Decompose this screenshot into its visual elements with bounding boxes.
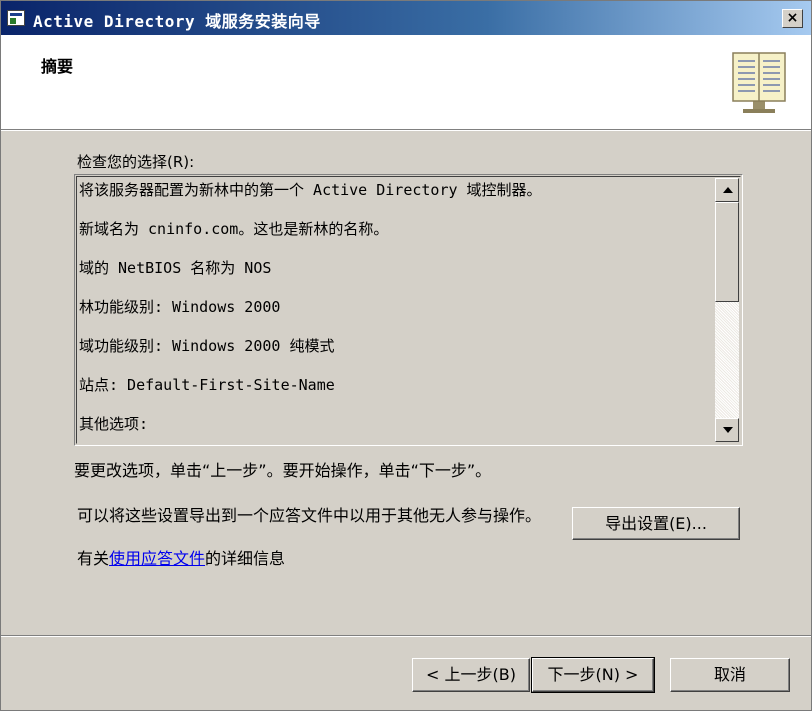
close-button[interactable]: × xyxy=(782,9,803,28)
scroll-up-button[interactable] xyxy=(715,178,739,202)
back-button[interactable]: < 上一步(B) xyxy=(412,658,530,692)
window-title: Active Directory 域服务安装向导 xyxy=(33,12,321,31)
page-title: 摘要 xyxy=(41,57,74,76)
next-button[interactable]: 下一步(N) > xyxy=(531,657,655,693)
arrow-up-icon xyxy=(723,187,733,193)
summary-line: 域的 NetBIOS 名称为 NOS xyxy=(79,259,272,277)
cancel-button[interactable]: 取消 xyxy=(670,658,790,692)
summary-line: 将该服务器配置为新林中的第一个 Active Directory 域控制器。 xyxy=(79,181,542,199)
footer-divider xyxy=(1,635,811,637)
summary-line: 其他选项: xyxy=(79,415,149,433)
arrow-down-icon xyxy=(723,427,733,433)
header-panel: 摘要 xyxy=(1,35,811,130)
review-label: 检查您的选择(R): xyxy=(77,153,195,171)
export-settings-button[interactable]: 导出设置(E)... xyxy=(572,507,740,540)
vertical-scrollbar[interactable] xyxy=(715,178,739,442)
summary-line: 站点: Default-First-Site-Name xyxy=(79,376,335,394)
scroll-down-button[interactable] xyxy=(715,418,739,442)
book-icon xyxy=(732,52,786,113)
answer-file-link[interactable]: 使用应答文件 xyxy=(109,549,205,568)
more-info-suffix: 的详细信息 xyxy=(205,549,286,568)
scroll-thumb[interactable] xyxy=(715,202,739,302)
instruction-text: 要更改选项，单击“上一步”。要开始操作，单击“下一步”。 xyxy=(74,461,492,480)
summary-line: 林功能级别: Windows 2000 xyxy=(79,298,281,316)
summary-lines: 将该服务器配置为新林中的第一个 Active Directory 域控制器。 新… xyxy=(79,177,709,450)
summary-line: 域功能级别: Windows 2000 纯模式 xyxy=(79,337,335,355)
summary-line: 新域名为 cninfo.com。这也是新林的名称。 xyxy=(79,220,389,238)
more-info-prefix: 有关 xyxy=(77,549,110,568)
app-icon xyxy=(7,10,25,26)
title-bar[interactable]: Active Directory 域服务安装向导 × xyxy=(1,1,811,35)
header-divider xyxy=(1,130,811,131)
more-info-text: 有关使用应答文件的详细信息 xyxy=(77,545,285,569)
wizard-window: Active Directory 域服务安装向导 × 摘要 检查您的选择(R):… xyxy=(0,0,812,711)
summary-listbox[interactable]: 将该服务器配置为新林中的第一个 Active Directory 域控制器。 新… xyxy=(74,174,743,446)
export-description: 可以将这些设置导出到一个应答文件中以用于其他无人参与操作。 xyxy=(77,506,542,525)
